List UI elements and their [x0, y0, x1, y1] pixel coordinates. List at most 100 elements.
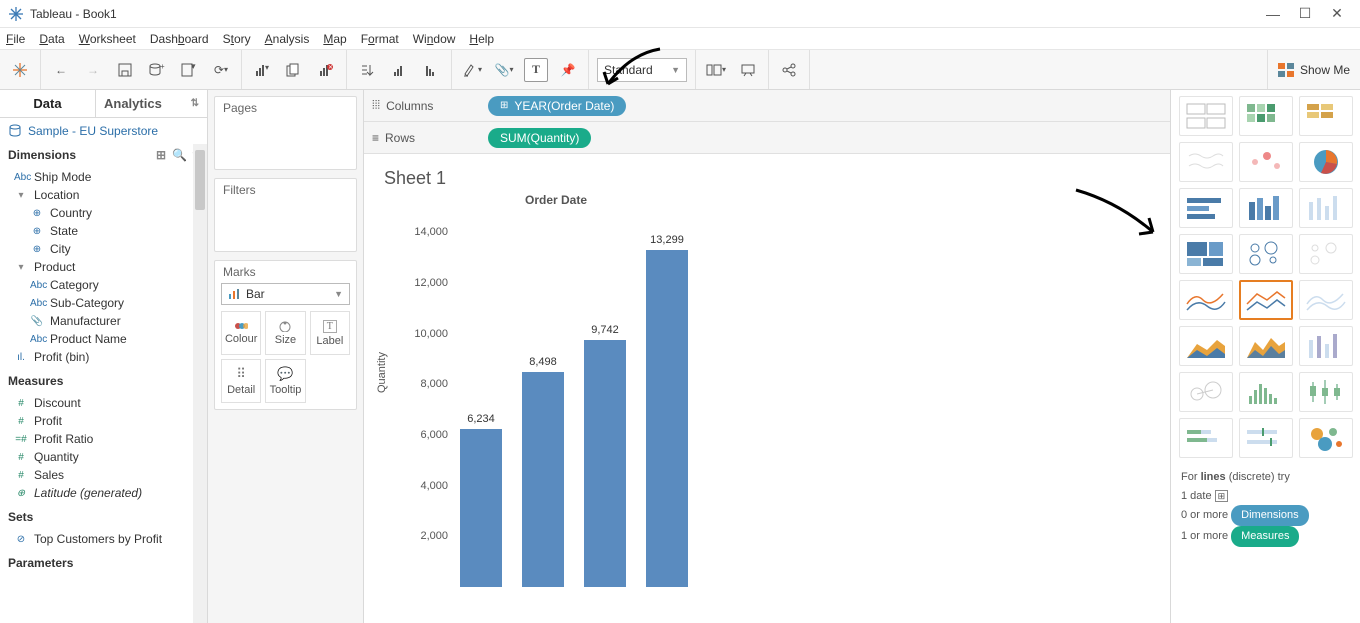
field-sales[interactable]: #Sales [0, 466, 207, 484]
duplicate-button[interactable] [282, 58, 306, 82]
field-product-name[interactable]: AbcProduct Name [0, 330, 207, 348]
rows-pill[interactable]: SUM(Quantity) [488, 128, 591, 148]
field-category[interactable]: AbcCategory [0, 276, 207, 294]
sort-swap-button[interactable] [355, 58, 379, 82]
viz-type-19[interactable] [1239, 372, 1293, 412]
refresh-button[interactable]: ⟳▾ [209, 58, 233, 82]
left-scrollbar[interactable] [193, 144, 207, 623]
viz-type-16[interactable] [1239, 326, 1293, 366]
sheet-title[interactable]: Sheet 1 [384, 168, 1154, 189]
field-quantity[interactable]: #Quantity [0, 448, 207, 466]
share-button[interactable] [777, 58, 801, 82]
forward-button[interactable]: → [81, 58, 105, 82]
viz-type-8[interactable] [1299, 188, 1353, 228]
viz-type-4[interactable] [1239, 142, 1293, 182]
show-labels-button[interactable]: T [524, 58, 548, 82]
view-icon[interactable]: ⊞ [156, 148, 166, 162]
marks-tooltip[interactable]: 💬Tooltip [265, 359, 305, 403]
viz-type-6[interactable] [1179, 188, 1233, 228]
field-profit-ratio[interactable]: =#Profit Ratio [0, 430, 207, 448]
field-sub-category[interactable]: AbcSub-Category [0, 294, 207, 312]
tab-analytics[interactable]: Analytics⇅ [96, 90, 207, 117]
bar-2018[interactable] [646, 250, 688, 587]
menu-format[interactable]: Format [361, 32, 399, 46]
bar-2015[interactable] [460, 429, 502, 587]
field-top-customers-by-profit[interactable]: ⊘Top Customers by Profit [0, 530, 207, 548]
save-button[interactable] [113, 58, 137, 82]
viz-type-2[interactable] [1299, 96, 1353, 136]
viz-type-0[interactable] [1179, 96, 1233, 136]
viz-type-14[interactable] [1299, 280, 1353, 320]
viz-type-9[interactable] [1179, 234, 1233, 274]
tableau-logo-button[interactable] [8, 58, 32, 82]
menu-map[interactable]: Map [323, 32, 346, 46]
viz-type-20[interactable] [1299, 372, 1353, 412]
field-ship-mode[interactable]: AbcShip Mode [0, 168, 207, 186]
marks-label[interactable]: TLabel [310, 311, 350, 355]
menu-story[interactable]: Story [223, 32, 251, 46]
field-latitude-generated-[interactable]: ⊕Latitude (generated) [0, 484, 207, 502]
menu-analysis[interactable]: Analysis [265, 32, 310, 46]
datasource-row[interactable]: Sample - EU Superstore [0, 118, 207, 144]
viz-type-7[interactable] [1239, 188, 1293, 228]
group-button[interactable]: 📎▾ [492, 58, 516, 82]
field-state[interactable]: ⊕State [0, 222, 207, 240]
viz-type-23[interactable] [1299, 418, 1353, 458]
viz-type-1[interactable] [1239, 96, 1293, 136]
viz-type-10[interactable] [1239, 234, 1293, 274]
fit-select[interactable]: Standard ▼ [597, 58, 687, 82]
columns-pill[interactable]: ⊞YEAR(Order Date) [488, 96, 626, 116]
mark-type-select[interactable]: Bar ▼ [221, 283, 350, 305]
show-me-button[interactable]: Show Me [1267, 50, 1360, 89]
show-cards-button[interactable]: ▾ [704, 58, 728, 82]
rows-shelf[interactable]: ≡Rows SUM(Quantity) [364, 122, 1170, 154]
viz-type-11[interactable] [1299, 234, 1353, 274]
menu-dashboard[interactable]: Dashboard [150, 32, 209, 46]
bar-2017[interactable] [584, 340, 626, 587]
presentation-button[interactable] [736, 58, 760, 82]
field-profit-bin-[interactable]: ıl.Profit (bin) [0, 348, 207, 366]
new-sheet-button[interactable]: ▾ [177, 58, 201, 82]
viz-type-15[interactable] [1179, 326, 1233, 366]
viz-type-18[interactable] [1179, 372, 1233, 412]
clear-button[interactable]: ✕ [314, 58, 338, 82]
viz-type-17[interactable] [1299, 326, 1353, 366]
sort-desc-button[interactable] [419, 58, 443, 82]
menu-window[interactable]: Window [413, 32, 456, 46]
field-profit[interactable]: #Profit [0, 412, 207, 430]
viz-type-21[interactable] [1179, 418, 1233, 458]
viz-type-12[interactable] [1179, 280, 1233, 320]
tab-data[interactable]: Data [0, 90, 95, 117]
field-product[interactable]: ▾Product [0, 258, 207, 276]
search-icon[interactable]: 🔍 [172, 148, 187, 162]
field-country[interactable]: ⊕Country [0, 204, 207, 222]
close-button[interactable]: ✕ [1330, 7, 1344, 21]
viz-type-5[interactable] [1299, 142, 1353, 182]
menu-data[interactable]: Data [39, 32, 64, 46]
viz-type-22[interactable] [1239, 418, 1293, 458]
menu-help[interactable]: Help [469, 32, 494, 46]
field-manufacturer[interactable]: 📎Manufacturer [0, 312, 207, 330]
marks-colour[interactable]: Colour [221, 311, 261, 355]
field-city[interactable]: ⊕City [0, 240, 207, 258]
bar-2016[interactable] [522, 372, 564, 587]
minimize-button[interactable]: — [1266, 7, 1280, 21]
viz-type-13[interactable] [1239, 280, 1293, 320]
pin-button[interactable]: 📌 [556, 58, 580, 82]
menu-file[interactable]: File [6, 32, 25, 46]
marks-size[interactable]: Size [265, 311, 305, 355]
sort-asc-button[interactable] [387, 58, 411, 82]
menu-worksheet[interactable]: Worksheet [79, 32, 136, 46]
field-location[interactable]: ▾Location [0, 186, 207, 204]
swap-button[interactable]: ▾ [250, 58, 274, 82]
marks-detail[interactable]: ⠿Detail [221, 359, 261, 403]
columns-shelf[interactable]: ⦙⦙⦙Columns ⊞YEAR(Order Date) [364, 90, 1170, 122]
highlight-button[interactable]: ▾ [460, 58, 484, 82]
filters-card[interactable]: Filters [214, 178, 357, 252]
new-datasource-button[interactable]: + [145, 58, 169, 82]
pages-card[interactable]: Pages [214, 96, 357, 170]
back-button[interactable]: ← [49, 58, 73, 82]
field-discount[interactable]: #Discount [0, 394, 207, 412]
maximize-button[interactable]: ☐ [1298, 7, 1312, 21]
viz-type-3[interactable] [1179, 142, 1233, 182]
